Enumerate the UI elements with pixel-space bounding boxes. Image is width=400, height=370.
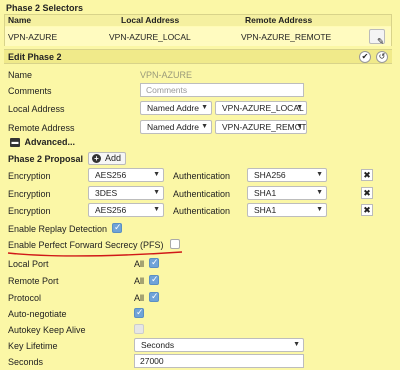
key-lifetime-label: Key Lifetime	[8, 341, 58, 351]
close-icon: ✖	[363, 205, 371, 215]
remove-proposal-button[interactable]: ✖	[361, 169, 373, 181]
local-address-type-select[interactable]: Named Addre ▼	[140, 101, 212, 115]
edit-pencil-button[interactable]: ✎	[369, 29, 385, 46]
autokey-keep-alive-label: Autokey Keep Alive	[8, 325, 86, 335]
key-lifetime-value: Seconds	[141, 340, 175, 350]
replay-detection-checkbox[interactable]	[112, 222, 122, 233]
chevron-down-icon: ▼	[153, 206, 160, 213]
chevron-down-icon: ▼	[201, 104, 208, 111]
remote-port-all-label: All	[134, 276, 145, 286]
seconds-label: Seconds	[8, 357, 44, 367]
add-proposal-button[interactable]: + Add	[88, 152, 126, 165]
encryption-value: AES256	[95, 205, 127, 215]
name-value: VPN-AZURE	[140, 70, 193, 80]
authentication-value: SHA1	[254, 205, 277, 215]
chevron-down-icon: ▼	[293, 341, 300, 348]
row-local: VPN-AZURE_LOCAL	[109, 32, 191, 42]
edit-title: Edit Phase 2	[8, 52, 62, 62]
selectors-title: Phase 2 Selectors	[6, 3, 84, 13]
advanced-label: Advanced...	[24, 137, 76, 147]
add-label: Add	[105, 153, 122, 163]
table-row[interactable]: VPN-AZURE VPN-AZURE_LOCAL VPN-AZURE_REMO…	[5, 27, 391, 46]
local-port-all-label: All	[134, 259, 145, 269]
undo-icon: ↺	[378, 52, 386, 61]
remove-proposal-button[interactable]: ✖	[361, 204, 373, 216]
comments-label: Comments	[8, 86, 52, 96]
chevron-down-icon: ▼	[153, 171, 160, 178]
remote-address-label: Remote Address	[8, 123, 75, 133]
auto-negotiate-checkbox[interactable]	[134, 307, 144, 318]
remote-port-label: Remote Port	[8, 276, 59, 286]
col-name-header: Name	[8, 15, 32, 25]
key-lifetime-select[interactable]: Seconds ▼	[134, 338, 304, 352]
pencil-icon: ✎	[377, 36, 385, 46]
local-address-label: Local Address	[8, 104, 65, 114]
collapse-icon: ▬	[10, 138, 20, 148]
authentication-select[interactable]: SHA256 ▼	[247, 168, 327, 182]
apply-button[interactable]: ✔	[359, 51, 371, 63]
encryption-label: Encryption	[8, 206, 51, 216]
chevron-down-icon: ▼	[316, 206, 323, 213]
authentication-label: Authentication	[173, 189, 231, 199]
protocol-label: Protocol	[8, 293, 42, 303]
encryption-label: Encryption	[8, 189, 51, 199]
selectors-header-row: Name Local Address Remote Address	[5, 15, 391, 26]
auto-negotiate-label: Auto-negotiate	[8, 309, 67, 319]
encryption-select[interactable]: AES256 ▼	[88, 168, 164, 182]
authentication-label: Authentication	[173, 206, 231, 216]
row-remote: VPN-AZURE_REMOTE	[241, 32, 332, 42]
advanced-toggle[interactable]: ▬ Advanced...	[10, 137, 76, 148]
selectors-table: Name Local Address Remote Address VPN-AZ…	[4, 14, 392, 46]
authentication-select[interactable]: SHA1 ▼	[247, 203, 327, 217]
comments-field[interactable]: Comments	[140, 83, 304, 97]
close-icon: ✖	[363, 170, 371, 180]
encryption-value: AES256	[95, 170, 127, 180]
encryption-label: Encryption	[8, 171, 51, 181]
edit-phase2-header: Edit Phase 2 ✔ ↺	[4, 49, 392, 64]
col-remote-header: Remote Address	[245, 15, 313, 25]
chevron-down-icon: ▼	[153, 189, 160, 196]
local-address-value: VPN-AZURE_LOCAL	[222, 103, 304, 113]
autokey-keep-alive-checkbox[interactable]	[134, 324, 144, 334]
authentication-select[interactable]: SHA1 ▼	[247, 186, 327, 200]
remote-address-value: VPN-AZURE_REMOTI	[222, 122, 307, 132]
authentication-value: SHA1	[254, 188, 277, 198]
local-port-label: Local Port	[8, 259, 49, 269]
remove-proposal-button[interactable]: ✖	[361, 187, 373, 199]
encryption-select[interactable]: AES256 ▼	[88, 203, 164, 217]
chevron-down-icon: ▼	[316, 171, 323, 178]
local-address-select[interactable]: VPN-AZURE_LOCAL ▼	[215, 101, 307, 115]
row-name: VPN-AZURE	[8, 32, 58, 42]
red-underline-annotation	[7, 251, 183, 257]
chevron-down-icon: ▼	[316, 189, 323, 196]
proposal-title: Phase 2 Proposal	[8, 154, 84, 164]
close-icon: ✖	[363, 188, 371, 198]
remote-address-type-select[interactable]: Named Addre ▼	[140, 120, 212, 134]
local-type-value: Named Addre	[147, 103, 199, 113]
local-port-all-checkbox[interactable]	[149, 257, 159, 268]
remote-type-value: Named Addre	[147, 122, 199, 132]
protocol-all-checkbox[interactable]	[149, 291, 159, 302]
phase2-panel: Phase 2 Selectors Name Local Address Rem…	[0, 0, 400, 370]
chevron-down-icon: ▼	[296, 104, 303, 111]
encryption-select[interactable]: 3DES ▼	[88, 186, 164, 200]
col-local-header: Local Address	[121, 15, 180, 25]
chevron-down-icon: ▼	[296, 123, 303, 130]
plus-icon: +	[92, 154, 101, 163]
encryption-value: 3DES	[95, 188, 118, 198]
replay-detection-label: Enable Replay Detection	[8, 224, 108, 234]
undo-button[interactable]: ↺	[376, 51, 388, 63]
remote-port-all-checkbox[interactable]	[149, 274, 159, 285]
name-label: Name	[8, 70, 33, 80]
chevron-down-icon: ▼	[201, 123, 208, 130]
protocol-all-label: All	[134, 293, 145, 303]
seconds-field[interactable]: 27000	[134, 354, 304, 368]
check-circle-icon: ✔	[361, 52, 369, 61]
remote-address-select[interactable]: VPN-AZURE_REMOTI ▼	[215, 120, 307, 134]
authentication-label: Authentication	[173, 171, 231, 181]
authentication-value: SHA256	[254, 170, 286, 180]
